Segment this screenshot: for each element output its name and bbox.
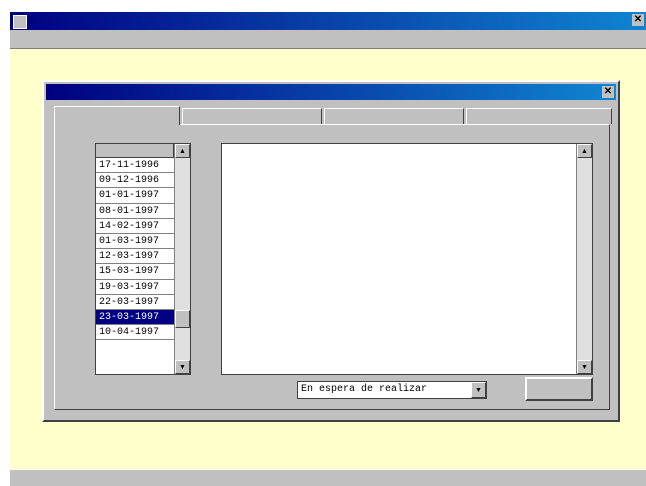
dialog-title-bar: ✕: [46, 84, 616, 100]
date-list-header[interactable]: [96, 144, 174, 158]
chevron-down-icon[interactable]: ▼: [471, 382, 486, 398]
scroll-up-icon[interactable]: ▲: [175, 144, 190, 158]
tab-4[interactable]: [466, 108, 612, 124]
close-icon[interactable]: ✕: [632, 14, 644, 26]
date-list-item[interactable]: 12-03-1997: [96, 249, 174, 265]
tab-strip: [54, 106, 612, 125]
tab-panel: 17-11-1996 09-12-1996 01-01-1997 08-01-1997…: [54, 124, 610, 410]
text-scroll-down-icon[interactable]: ▼: [577, 360, 592, 374]
date-list-item[interactable]: 01-03-1997: [96, 234, 174, 250]
text-area[interactable]: ▲ ▼: [221, 143, 593, 375]
date-list-rows: 17-11-1996 09-12-1996 01-01-1997 08-01-1997…: [96, 158, 174, 341]
date-list[interactable]: 17-11-1996 09-12-1996 01-01-1997 08-01-1997…: [95, 143, 191, 375]
date-list-item[interactable]: 17-11-1996: [96, 158, 174, 174]
state-value: En espera de realizar: [301, 384, 428, 395]
scroll-down-icon[interactable]: ▼: [175, 360, 190, 374]
date-list-item[interactable]: 22-03-1997: [96, 295, 174, 310]
text-scroll-up-icon[interactable]: ▲: [577, 144, 592, 158]
menu-bar: [10, 30, 646, 49]
text-scrollbar[interactable]: ▲ ▼: [576, 144, 592, 374]
tab-3[interactable]: [324, 108, 464, 124]
date-list-item[interactable]: 01-01-1997: [96, 188, 174, 204]
date-list-item[interactable]: 15-03-1997: [96, 264, 174, 280]
date-list-item[interactable]: 09-12-1996: [96, 173, 174, 189]
date-list-item[interactable]: 10-04-1997: [96, 325, 174, 341]
dialog-window: ✕ 17-11-1996 09-12-1996 01-01-1997 08-01-19…: [42, 80, 620, 422]
status-bar: [10, 469, 646, 486]
print-button[interactable]: [525, 377, 593, 401]
state-select[interactable]: En espera de realizar ▼: [297, 381, 487, 399]
tab-1[interactable]: [54, 106, 180, 125]
dialog-close-icon[interactable]: ✕: [602, 86, 614, 98]
app-title-bar: ✕: [10, 12, 646, 30]
app-icon: [13, 15, 27, 29]
date-list-item[interactable]: 08-01-1997: [96, 204, 174, 219]
caption-text: [150, 0, 470, 12]
date-list-scrollbar[interactable]: ▲ ▼: [174, 144, 190, 374]
tab-2[interactable]: [182, 108, 322, 124]
date-list-item[interactable]: 19-03-1997: [96, 280, 174, 295]
date-list-item[interactable]: 23-03-1997: [96, 309, 174, 326]
scroll-thumb[interactable]: [175, 310, 190, 328]
date-list-item[interactable]: 14-02-1997: [96, 219, 174, 234]
